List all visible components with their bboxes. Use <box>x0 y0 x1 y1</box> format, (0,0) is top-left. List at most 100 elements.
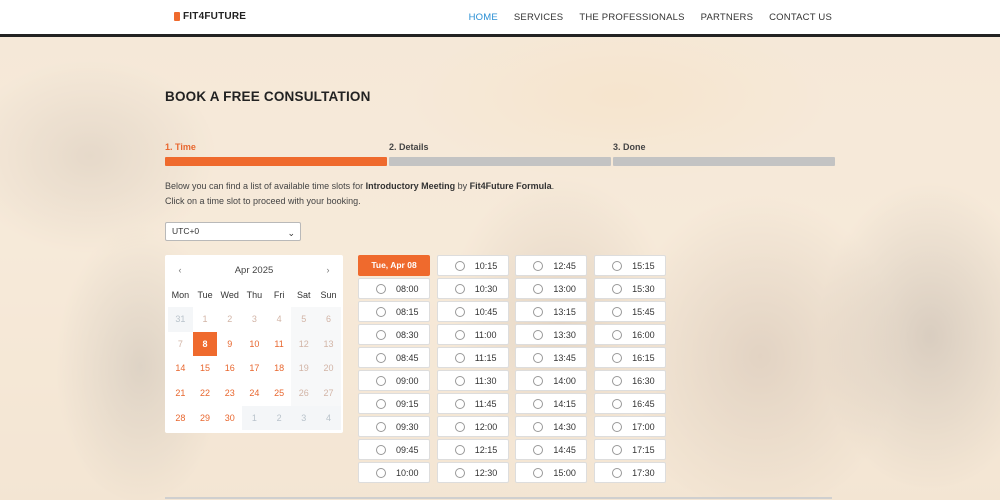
calendar-day[interactable]: 11 <box>267 332 292 357</box>
time-slot[interactable]: 16:15 <box>594 347 667 368</box>
time-slot[interactable]: 13:30 <box>515 324 588 345</box>
time-slot[interactable]: 14:30 <box>515 416 588 437</box>
calendar: ‹ Apr 2025 › Mon Tue Wed Thu Fri Sat Sun 31 1 2 3… <box>165 255 343 433</box>
calendar-day[interactable]: 2 <box>217 307 242 332</box>
calendar-day[interactable]: 19 <box>291 356 317 382</box>
time-slot[interactable]: 16:45 <box>594 393 667 414</box>
nav-item-services[interactable]: SERVICES <box>514 12 563 23</box>
time-slot[interactable]: 09:30 <box>358 416 430 437</box>
calendar-day[interactable]: 23 <box>217 381 242 406</box>
weekday-sat: Sat <box>297 290 311 300</box>
time-slot[interactable]: 09:00 <box>358 370 430 391</box>
main-nav: HOME SERVICES THE PROFESSIONALS PARTNERS CON… <box>469 12 832 23</box>
time-slot[interactable]: 10:30 <box>436 278 509 299</box>
slot-time: 08:00 <box>396 283 419 294</box>
time-slot[interactable]: 10:45 <box>436 301 509 322</box>
calendar-day[interactable]: 6 <box>316 307 341 332</box>
time-slot[interactable]: 09:15 <box>358 393 430 414</box>
radio-icon <box>376 352 386 363</box>
slot-time: 12:00 <box>474 421 498 432</box>
nav-item-partners[interactable]: PARTNERS <box>701 12 753 23</box>
radio-icon <box>376 306 386 317</box>
step-label: 3. Done <box>613 142 646 152</box>
booking-steps: 1. Time 2. Details 3. Done <box>165 142 835 166</box>
time-slot[interactable]: 16:00 <box>594 324 667 345</box>
calendar-day[interactable]: 15 <box>193 356 218 381</box>
time-slot[interactable]: 13:00 <box>515 278 588 299</box>
time-slot[interactable]: 11:30 <box>436 370 509 391</box>
radio-icon <box>376 283 386 294</box>
time-slot[interactable]: 10:00 <box>358 462 430 483</box>
calendar-day[interactable]: 13 <box>316 331 341 357</box>
time-slot[interactable]: 13:15 <box>515 301 588 322</box>
time-slot[interactable]: 12:30 <box>436 462 509 483</box>
time-slot[interactable]: 09:45 <box>358 439 430 460</box>
time-slot[interactable]: 17:15 <box>594 439 667 460</box>
calendar-day[interactable]: 28 <box>168 406 193 431</box>
calendar-day[interactable]: 27 <box>316 381 341 406</box>
nav-item-home[interactable]: HOME <box>469 12 498 23</box>
calendar-day[interactable]: 20 <box>316 356 341 382</box>
calendar-day[interactable]: 30 <box>217 406 242 431</box>
calendar-day[interactable]: 10 <box>242 332 267 357</box>
weekday-sun: Sun <box>320 290 337 300</box>
time-slot[interactable]: 12:15 <box>436 439 509 460</box>
calendar-day[interactable]: 24 <box>242 381 267 406</box>
time-slot[interactable]: 16:30 <box>594 370 667 391</box>
timezone-select[interactable]: UTC+0 ⌄ <box>165 222 301 241</box>
slot-time: 09:15 <box>396 398 419 409</box>
calendar-day[interactable]: 1 <box>193 307 218 332</box>
site-logo[interactable]: FIT4FUTURE <box>174 11 246 22</box>
calendar-day[interactable]: 14 <box>168 356 193 381</box>
calendar-day[interactable]: 4 <box>267 307 292 332</box>
time-slot[interactable]: 08:00 <box>358 278 430 299</box>
time-slot[interactable]: 11:00 <box>436 324 509 345</box>
time-slot[interactable]: 14:00 <box>515 370 588 391</box>
radio-icon <box>376 444 386 455</box>
calendar-day[interactable]: 26 <box>291 381 317 406</box>
calendar-day-selected[interactable]: 8 <box>192 331 218 357</box>
time-slot[interactable]: 08:30 <box>358 324 430 345</box>
time-slot[interactable]: 11:45 <box>436 393 509 414</box>
slot-time: 11:30 <box>474 375 497 386</box>
weekday-fri: Fri <box>273 290 285 300</box>
nav-item-the-professionals[interactable]: THE PROFESSIONALS <box>579 12 684 23</box>
step-2: 2. Details <box>389 142 611 166</box>
calendar-day: 3 <box>291 405 317 431</box>
time-slot[interactable]: 12:45 <box>515 255 588 276</box>
time-slot[interactable]: 15:00 <box>515 462 588 483</box>
calendar-day[interactable]: 29 <box>193 406 218 431</box>
time-slot[interactable]: 08:15 <box>358 301 430 322</box>
time-slot[interactable]: 17:30 <box>594 462 667 483</box>
weekday-wed: Wed <box>220 290 239 300</box>
calendar-day[interactable]: 9 <box>217 332 242 357</box>
time-slot[interactable]: 15:30 <box>594 278 667 299</box>
time-slot[interactable]: 14:45 <box>515 439 588 460</box>
time-slot[interactable]: 15:45 <box>594 301 667 322</box>
info-suffix: . <box>551 181 555 191</box>
slot-time: 11:45 <box>474 398 497 409</box>
calendar-day[interactable]: 21 <box>168 381 193 406</box>
calendar-day[interactable]: 17 <box>242 356 267 381</box>
calendar-day[interactable]: 5 <box>291 307 317 332</box>
calendar-day[interactable]: 3 <box>242 307 267 332</box>
time-slot[interactable]: 08:45 <box>358 347 430 368</box>
calendar-day[interactable]: 25 <box>267 381 292 406</box>
calendar-day[interactable]: 7 <box>168 332 193 357</box>
radio-icon <box>612 352 623 363</box>
time-slot[interactable]: 17:00 <box>594 416 667 437</box>
radio-icon <box>376 375 386 386</box>
time-slot[interactable]: 15:15 <box>594 255 667 276</box>
time-slot[interactable]: 11:15 <box>436 347 509 368</box>
slot-time: 09:00 <box>396 375 419 386</box>
time-slot[interactable]: 14:15 <box>515 393 588 414</box>
calendar-day[interactable]: 12 <box>291 331 317 357</box>
nav-item-contact-us[interactable]: CONTACT US <box>769 12 832 23</box>
time-slot[interactable]: 10:15 <box>436 255 509 276</box>
calendar-day[interactable]: 18 <box>267 356 292 381</box>
calendar-day[interactable]: 16 <box>217 356 242 381</box>
time-slot[interactable]: 12:00 <box>436 416 509 437</box>
chevron-right-icon[interactable]: › <box>321 265 335 275</box>
time-slot[interactable]: 13:45 <box>515 347 588 368</box>
calendar-day[interactable]: 22 <box>193 381 218 406</box>
